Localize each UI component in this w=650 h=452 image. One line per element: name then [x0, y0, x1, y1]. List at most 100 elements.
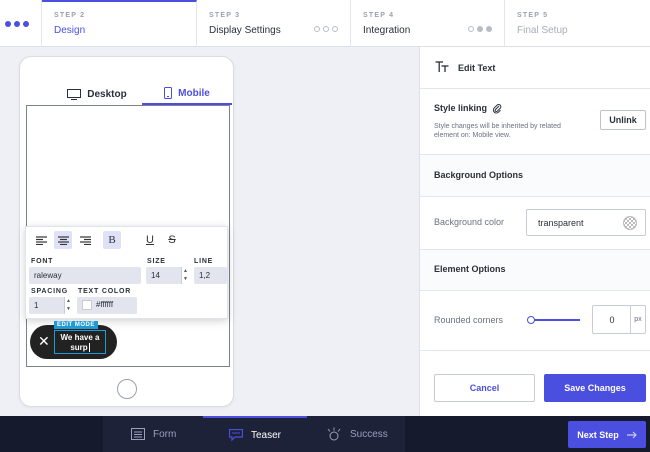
step-number: STEP 3 — [209, 12, 241, 19]
align-left-icon — [35, 235, 47, 245]
element-options-header: Element Options — [420, 250, 650, 291]
progress-dot — [332, 26, 338, 32]
view-form[interactable]: Form — [131, 416, 176, 452]
background-color-input[interactable]: transparent — [526, 209, 646, 236]
step-progress-dots — [314, 26, 338, 32]
text-color-value: #ffffff — [96, 300, 114, 310]
step-final-setup[interactable]: STEP 5 Final Setup — [505, 0, 650, 47]
tab-mobile[interactable]: Mobile — [142, 83, 232, 105]
step-progress-dots — [5, 20, 29, 27]
next-step-label: Next Step — [577, 429, 619, 440]
stepper: STEP 2 Design STEP 3 Display Settings ST… — [0, 0, 650, 47]
size-stepper[interactable]: 14 ▲ ▼ — [146, 267, 189, 284]
background-color-row: Background color transparent — [420, 197, 650, 250]
device-tabs: Desktop Mobile — [52, 83, 232, 105]
tab-label: Mobile — [178, 87, 210, 99]
rounded-corners-label: Rounded corners — [434, 315, 504, 325]
rounded-corners-slider-track[interactable] — [530, 319, 580, 321]
line-height-value: 1,2 — [199, 271, 211, 280]
progress-dot — [486, 26, 492, 32]
size-value: 14 — [151, 271, 160, 280]
step-number: STEP 2 — [54, 12, 86, 19]
rounded-corners-unit: px — [630, 306, 645, 333]
spacing-spin-arrows[interactable]: ▲ ▼ — [64, 297, 72, 314]
color-swatch — [82, 300, 92, 310]
cancel-button[interactable]: Cancel — [434, 374, 535, 402]
view-label: Teaser — [251, 429, 282, 441]
success-icon — [327, 427, 341, 441]
bold-button[interactable]: B — [103, 231, 121, 249]
panel-header: Edit Text — [420, 47, 650, 89]
transparent-swatch-icon[interactable] — [623, 216, 637, 230]
underline-icon: U — [146, 234, 154, 246]
progress-dot — [314, 26, 320, 32]
text-format-toolbar: B U S FONT SIZE LINE raleway 14 ▲ ▼ 1,2 S… — [25, 226, 228, 319]
link-icon — [492, 103, 501, 114]
progress-dot — [323, 26, 329, 32]
edit-text-panel: Edit Text Style linking Style changes wi… — [419, 47, 650, 416]
progress-dot — [23, 20, 29, 27]
teaser-icon — [229, 428, 243, 441]
bottom-navigation: Form Teaser Success — [0, 416, 650, 452]
next-step-button[interactable]: Next Step — [568, 421, 646, 448]
text-color-input[interactable]: #ffffff — [77, 297, 137, 314]
align-left-button[interactable] — [32, 231, 50, 249]
form-icon — [131, 428, 145, 440]
spacing-stepper[interactable]: 1 ▲ ▼ — [29, 297, 72, 314]
background-color-value: transparent — [538, 218, 584, 228]
panel-title: Edit Text — [458, 63, 496, 73]
view-label: Success — [350, 428, 388, 440]
style-linking-description: Style changes will be inherited by relat… — [434, 123, 561, 139]
text-color-label: TEXT COLOR — [78, 288, 132, 295]
progress-dot — [477, 26, 483, 32]
step-number: STEP 4 — [363, 12, 395, 19]
view-label: Form — [153, 428, 177, 440]
font-label: FONT — [31, 258, 54, 265]
size-spin-arrows[interactable]: ▲ ▼ — [181, 267, 189, 284]
format-buttons-row: B U S — [32, 231, 185, 249]
underline-button[interactable]: U — [141, 231, 159, 249]
teaser-text-line: surp — [70, 343, 90, 352]
rounded-corners-input[interactable]: 0 px — [592, 305, 646, 334]
step-integration[interactable]: STEP 4 Integration — [351, 0, 505, 47]
font-value: raleway — [34, 271, 62, 280]
rounded-corners-slider-handle[interactable] — [527, 316, 535, 324]
teaser-text-line: We have a — [60, 333, 100, 342]
strikethrough-button[interactable]: S — [163, 231, 181, 249]
align-center-icon — [57, 235, 69, 245]
step-previous[interactable] — [0, 0, 42, 47]
style-linking-title: Style linking — [434, 103, 502, 114]
save-changes-button[interactable]: Save Changes — [544, 374, 646, 402]
mobile-icon — [164, 87, 173, 99]
size-label: SIZE — [147, 258, 166, 265]
tab-desktop[interactable]: Desktop — [52, 83, 142, 105]
unlink-button[interactable]: Unlink — [600, 110, 646, 130]
tab-label: Desktop — [87, 88, 127, 100]
line-label: LINE — [194, 258, 214, 265]
rounded-corners-row: Rounded corners 0 px — [420, 291, 650, 351]
rounded-corners-value: 0 — [609, 315, 615, 325]
align-right-button[interactable] — [76, 231, 94, 249]
progress-dot — [14, 20, 20, 27]
align-right-icon — [79, 235, 91, 245]
step-progress-dots — [468, 26, 492, 32]
teaser-text-editor[interactable]: We have a surp — [54, 330, 106, 354]
background-options-header: Background Options — [420, 155, 650, 197]
step-design[interactable]: STEP 2 Design — [42, 0, 197, 47]
step-display-settings[interactable]: STEP 3 Display Settings — [197, 0, 351, 47]
close-icon[interactable]: ✕ — [38, 334, 50, 348]
style-linking-section: Style linking Style changes will be inhe… — [420, 89, 650, 155]
background-color-label: Background color — [434, 217, 505, 227]
line-height-input[interactable]: 1,2 — [194, 267, 227, 284]
view-success[interactable]: Success — [326, 416, 388, 452]
step-number: STEP 5 — [517, 12, 549, 19]
view-teaser[interactable]: Teaser — [203, 416, 308, 452]
progress-dot — [5, 20, 11, 27]
text-style-icon — [435, 61, 449, 72]
spacing-label: SPACING — [31, 288, 68, 295]
align-center-button[interactable] — [54, 231, 72, 249]
font-select[interactable]: raleway — [29, 267, 141, 284]
strikethrough-icon: S — [168, 234, 176, 246]
bold-icon: B — [108, 234, 116, 246]
progress-dot — [468, 26, 474, 32]
